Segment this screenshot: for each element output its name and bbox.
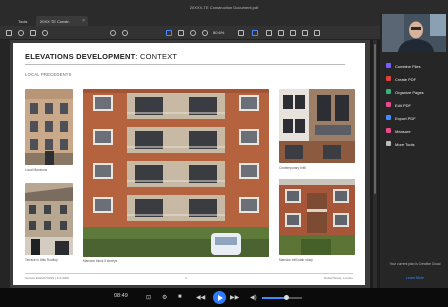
tab-document[interactable]: 20XX TE Constr. × — [36, 16, 88, 26]
tool-label: Measure — [395, 129, 411, 134]
tab-bar: Tools 20XX TE Constr. × — [0, 14, 380, 26]
pdf-page: ELEVATIONS DEVELOPMENT: CONTEXT LOCAL PR… — [13, 43, 365, 285]
window-title: 20XXX-TE Construction Document.pdf — [189, 5, 259, 10]
rewind-icon[interactable]: ◀◀ — [196, 294, 205, 301]
page-footer: Terrace ELEVATIONS | Job 0000 4 Dobell S… — [25, 273, 353, 280]
page-title-bold: ELEVATIONS DEVELOPMENT — [25, 52, 136, 61]
page-title-rest: : CONTEXT — [135, 52, 178, 61]
tool-more-tools[interactable]: More Tools — [386, 140, 444, 149]
toolbar: 80.6% — [0, 26, 380, 40]
tool-edit-pdf[interactable]: Edit PDF — [386, 101, 444, 110]
photo-terrace-attic — [25, 183, 73, 255]
volume-knob[interactable] — [283, 295, 289, 300]
zoom-dropdown-icon[interactable] — [238, 30, 244, 36]
caption-5: Mansion infill stair study — [279, 258, 313, 262]
photo-local-mansions — [25, 89, 73, 165]
highlight-icon[interactable] — [278, 30, 284, 36]
tool-label: Export PDF — [395, 116, 416, 121]
tool-label: Edit PDF — [395, 103, 412, 108]
tool-export-pdf[interactable]: Export PDF — [386, 114, 444, 123]
export-pdf-icon — [386, 115, 391, 120]
tool-label: Organize Pages — [395, 90, 424, 95]
tool-combine-files[interactable]: Combine Files — [386, 62, 444, 71]
photo-contemporary-infill — [279, 89, 355, 163]
hand-icon[interactable] — [178, 30, 184, 36]
edit-pdf-icon — [386, 102, 391, 107]
photo-mansion-block — [83, 89, 269, 257]
footer-page-number: 4 — [185, 276, 187, 280]
webcam-overlay — [382, 14, 446, 52]
measure-icon — [386, 128, 391, 133]
learn-more-link[interactable]: Learn More — [384, 276, 446, 280]
title-divider — [25, 64, 345, 65]
volume-icon[interactable]: ◀) — [250, 294, 257, 301]
caption-4: Contemporary Infill — [279, 166, 306, 170]
video-player-bar: 08:49 ⊡ ⚙ ■ ◀◀ ▶▶ ◀) — [0, 288, 448, 307]
fast-forward-icon[interactable]: ▶▶ — [230, 294, 239, 301]
vertical-scrollbar[interactable] — [373, 40, 377, 288]
zoom-in-icon[interactable] — [202, 30, 208, 36]
play-button[interactable] — [213, 291, 226, 304]
zoom-level[interactable]: 80.6% — [213, 30, 224, 35]
share-icon[interactable] — [314, 30, 320, 36]
page-down-icon[interactable] — [122, 30, 128, 36]
comment-icon[interactable] — [266, 30, 272, 36]
tool-label: More Tools — [395, 142, 415, 147]
pen-icon[interactable] — [290, 30, 296, 36]
volume-slider[interactable] — [262, 295, 302, 300]
caption-2: Terrace in Attic Rooftop — [25, 258, 58, 262]
combine-files-icon — [386, 63, 391, 68]
zoom-out-icon[interactable] — [190, 30, 196, 36]
app-window: 20XXX-TE Construction Document.pdf Tools… — [0, 0, 448, 307]
tab-document-label: 20XX TE Constr. — [40, 19, 70, 24]
organize-pages-icon — [386, 89, 391, 94]
select-cursor-icon[interactable] — [166, 30, 172, 36]
tool-organize-pages[interactable]: Organize Pages — [386, 88, 444, 97]
plan-info: Your current plan is Creative Cloud — [389, 262, 441, 266]
page-subtitle: LOCAL PRECEDENTS — [25, 72, 72, 77]
play-icon — [218, 294, 223, 301]
tab-tools[interactable]: Tools — [14, 16, 34, 26]
page-title: ELEVATIONS DEVELOPMENT: CONTEXT — [25, 52, 177, 61]
tool-measure[interactable]: Measure — [386, 127, 444, 136]
title-bar: 20XXX-TE Construction Document.pdf — [0, 0, 448, 14]
tab-close-icon[interactable]: × — [82, 18, 85, 24]
more-tools-icon — [386, 141, 391, 146]
stop-icon[interactable]: ■ — [178, 294, 182, 300]
page-up-icon[interactable] — [110, 30, 116, 36]
photo-mansion-infill — [279, 179, 355, 255]
tool-create-pdf[interactable]: Create PDF — [386, 75, 444, 84]
caption-1: Local Mansions — [25, 168, 48, 172]
settings-icon[interactable]: ⚙ — [162, 294, 167, 301]
playback-time: 08:49 — [114, 293, 128, 299]
tool-label: Combine Files — [395, 64, 421, 69]
tools-panel — [380, 14, 448, 288]
scroll-thumb[interactable] — [374, 44, 376, 194]
footer-left: Terrace ELEVATIONS | Job 0000 — [25, 276, 70, 280]
save-icon[interactable] — [6, 30, 12, 36]
volume-fill — [262, 297, 286, 299]
footer-right: Dobell Street, London — [323, 276, 353, 280]
create-pdf-icon — [386, 76, 391, 81]
tool-label: Create PDF — [395, 77, 417, 82]
caption-3: Mansion block 5 storeys — [83, 259, 118, 263]
search-icon[interactable] — [42, 30, 48, 36]
left-rail — [0, 40, 10, 288]
upload-icon[interactable] — [18, 30, 24, 36]
captions-icon[interactable]: ⊡ — [146, 294, 151, 301]
document-canvas: ELEVATIONS DEVELOPMENT: CONTEXT LOCAL PR… — [10, 40, 370, 288]
sign-icon[interactable] — [302, 30, 308, 36]
fit-page-icon[interactable] — [252, 30, 258, 36]
print-icon[interactable] — [30, 30, 36, 36]
